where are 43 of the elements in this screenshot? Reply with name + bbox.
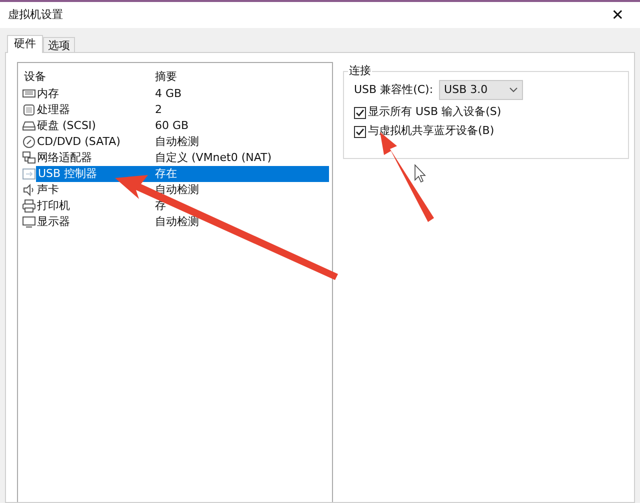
- device-summary: 4 GB: [155, 86, 182, 102]
- device-summary: 自动检测: [155, 214, 199, 230]
- compat-dropdown[interactable]: USB 3.0: [439, 80, 524, 100]
- device-summary: 2: [155, 102, 162, 118]
- device-name: 网络适配器: [36, 150, 92, 166]
- device-summary: 自定义 (VMnet0 (NAT): [155, 150, 272, 166]
- speaker-icon: [22, 183, 36, 197]
- network-icon: [22, 151, 36, 165]
- chip-icon: [22, 103, 36, 117]
- device-name: 处理器: [36, 102, 70, 118]
- device-name: 打印机: [36, 198, 70, 214]
- device-summary: 存在: [155, 166, 329, 182]
- cursor-icon: [414, 164, 426, 183]
- device-name: 显示器: [36, 214, 70, 230]
- disc-icon: [22, 135, 36, 149]
- checkbox-label: 显示所有 USB 输入设备(S): [368, 104, 502, 120]
- device-name: 硬盘 (SCSI): [36, 118, 96, 134]
- compat-label: USB 兼容性(C):: [354, 82, 434, 98]
- tab[interactable]: 选项: [43, 37, 75, 52]
- printer-icon: [22, 199, 36, 213]
- usb-icon: [22, 167, 36, 181]
- device-row[interactable]: CD/DVD (SATA) 自动检测: [22, 134, 332, 150]
- device-row[interactable]: 显示器 自动检测: [22, 214, 332, 230]
- chevron-icon: [509, 87, 518, 93]
- device-row[interactable]: 网络适配器 自定义 (VMnet0 (NAT): [22, 150, 332, 166]
- monitor-icon: [22, 215, 36, 229]
- device-name: CD/DVD (SATA): [36, 134, 120, 150]
- checkbox-label: 与虚拟机共享蓝牙设备(B): [368, 123, 494, 140]
- device-row[interactable]: 处理器 2: [22, 102, 332, 118]
- window-title: 虚拟机设置: [8, 6, 63, 23]
- device-row[interactable]: 硬盘 (SCSI) 60 GB: [22, 118, 332, 134]
- device-row[interactable]: 内存 4 GB: [22, 86, 332, 102]
- close-button[interactable]: ✕: [603, 8, 632, 22]
- checkbox[interactable]: [354, 126, 366, 138]
- device-name: 声卡: [36, 182, 59, 198]
- tab[interactable]: 硬件: [7, 35, 43, 53]
- device-summary: 60 GB: [155, 118, 189, 134]
- device-summary: 自动检测: [155, 134, 199, 150]
- column-header: 摘要: [155, 69, 177, 86]
- checkbox[interactable]: [354, 106, 366, 118]
- device-row[interactable]: USB 控制器 存在: [22, 166, 332, 182]
- column-header: 设备: [23, 69, 47, 86]
- device-name: 内存: [36, 86, 59, 102]
